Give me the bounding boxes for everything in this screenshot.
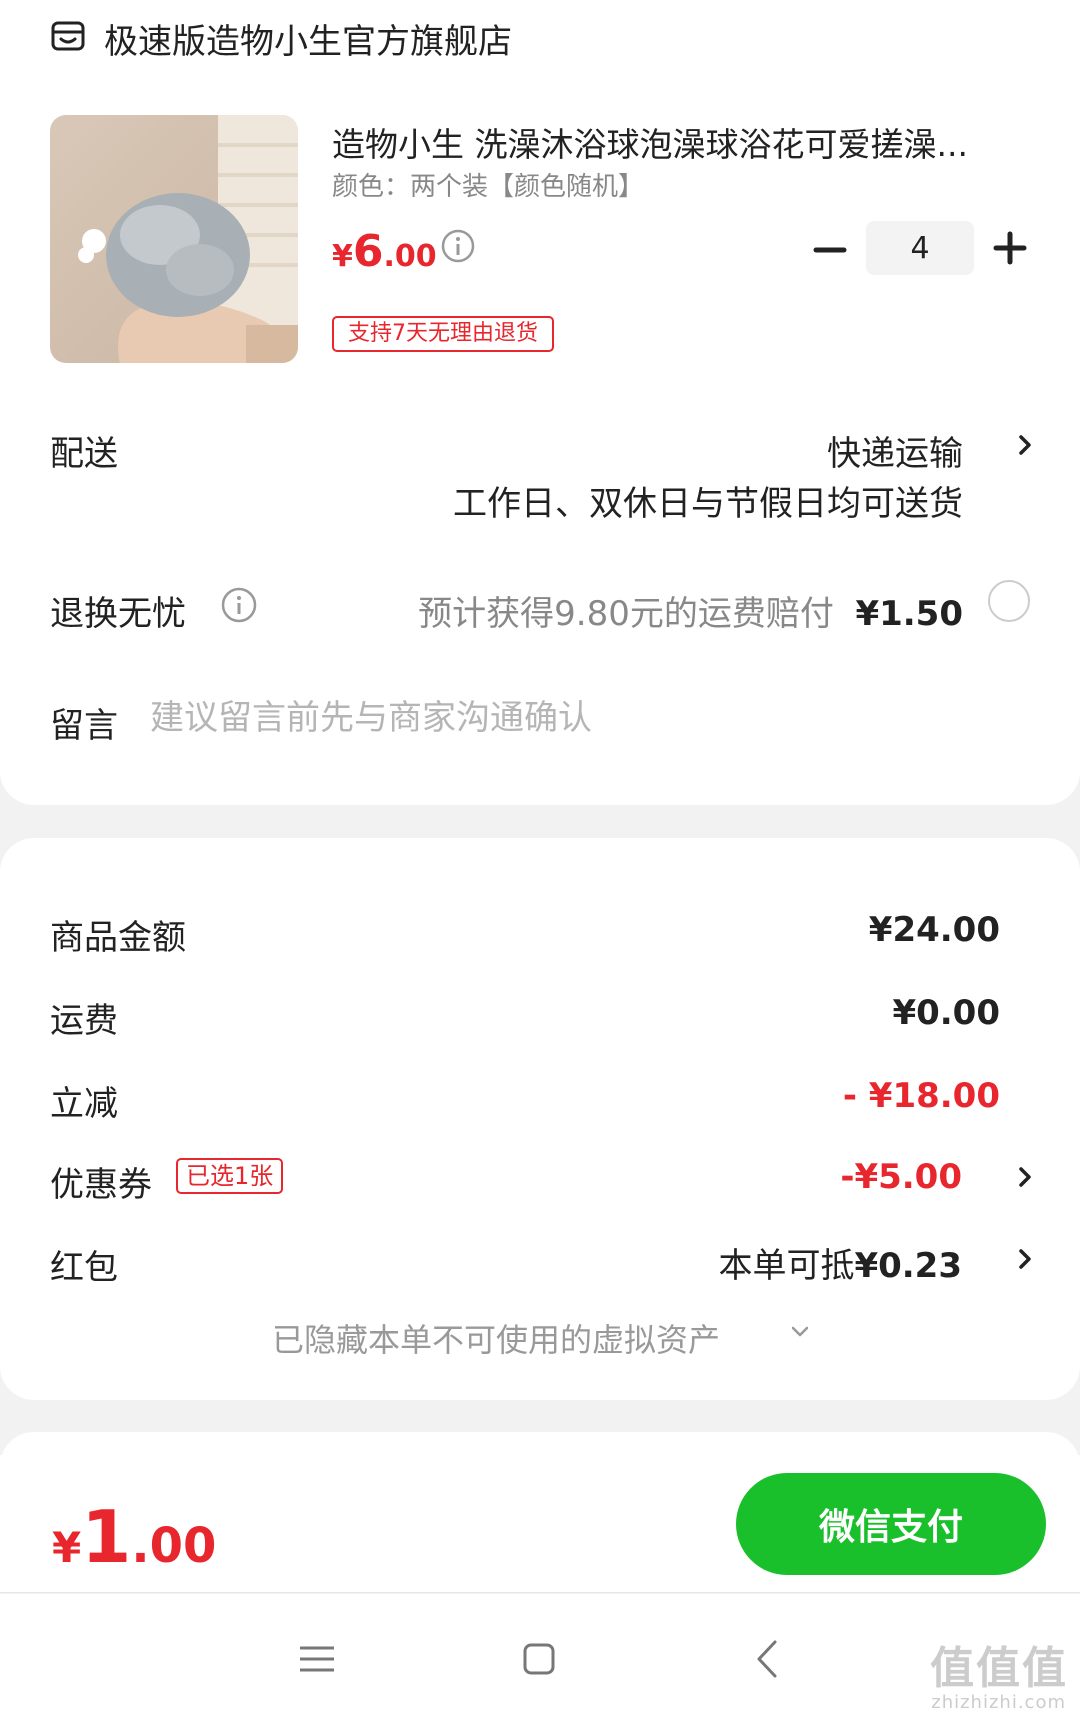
return-policy-badge: 支持7天无理由退货 xyxy=(332,316,554,352)
coupon-label: 优惠券 xyxy=(50,1165,152,1205)
shipping-fee-label: 运费 xyxy=(50,1001,118,1041)
shop-icon xyxy=(51,21,85,51)
red-packet-prefix: 本单可抵 xyxy=(718,1246,855,1286)
quantity-value[interactable]: 4 xyxy=(866,221,974,275)
red-packet-amount: ¥0.23 xyxy=(854,1246,962,1286)
shipping-fee-value: ¥0.00 xyxy=(892,993,1000,1033)
delivery-note: 工作日、双休日与节假日均可送货 xyxy=(453,484,963,524)
back-icon[interactable] xyxy=(743,1634,793,1684)
goods-amount-label: 商品金额 xyxy=(50,918,186,958)
coupon-selected-badge: 已选1张 xyxy=(176,1158,284,1194)
instant-discount-value: - ¥18.00 xyxy=(842,1076,1000,1116)
message-label: 留言 xyxy=(50,706,118,746)
goods-amount-value: ¥24.00 xyxy=(868,910,1000,950)
total-currency: ¥ xyxy=(52,1523,82,1572)
price-decimal: .00 xyxy=(383,239,437,274)
shop-name[interactable]: 极速版造物小生官方旗舰店 xyxy=(104,14,512,63)
instant-discount-label: 立减 xyxy=(50,1084,118,1124)
red-packet-label: 红包 xyxy=(50,1248,118,1288)
chevron-right-icon[interactable] xyxy=(1014,1248,1036,1270)
menu-icon[interactable] xyxy=(292,1634,342,1684)
watermark: 值值值 xyxy=(930,1643,1068,1694)
exchange-desc-text: 预计获得9.80元的运费赔付 xyxy=(418,594,834,634)
total-decimal: .00 xyxy=(131,1518,217,1574)
total-price: ¥1.00 xyxy=(52,1495,216,1579)
delivery-method[interactable]: 快递运输 xyxy=(827,426,963,475)
order-card: 极速版造物小生官方旗舰店 造物小生 洗澡沐浴球泡澡球浴花可爱搓澡... 颜色：两… xyxy=(0,0,1080,805)
red-packet-value[interactable]: 本单可抵¥0.23 xyxy=(718,1238,962,1287)
exchange-insurance-radio[interactable] xyxy=(988,580,1030,622)
quantity-increase-button[interactable] xyxy=(990,228,1030,268)
delivery-label: 配送 xyxy=(50,434,118,474)
info-icon[interactable] xyxy=(440,228,476,264)
price-integer: 6 xyxy=(352,226,384,277)
exchange-insurance-desc: 预计获得9.80元的运费赔付 ¥1.50 xyxy=(418,586,963,635)
message-input[interactable] xyxy=(150,690,1010,746)
home-icon[interactable] xyxy=(514,1634,564,1684)
product-image[interactable] xyxy=(50,115,298,363)
wechat-pay-button[interactable]: 微信支付 xyxy=(736,1473,1046,1575)
exchange-insurance-label: 退换无忧 xyxy=(50,594,186,634)
coupon-value[interactable]: -¥5.00 xyxy=(840,1157,962,1197)
product-spec[interactable]: 颜色：两个装【颜色随机】 xyxy=(332,166,644,203)
system-navigation-bar: 值值值 zhizhizhi.com xyxy=(0,1594,1080,1723)
chevron-right-icon[interactable] xyxy=(1014,434,1036,456)
exchange-price: ¥1.50 xyxy=(855,594,963,634)
chevron-down-icon[interactable] xyxy=(790,1325,810,1339)
hidden-assets-toggle[interactable]: 已隐藏本单不可使用的虚拟资产 xyxy=(272,1315,720,1361)
product-title[interactable]: 造物小生 洗澡沐浴球泡澡球浴花可爱搓澡... xyxy=(332,118,968,166)
price-currency: ¥ xyxy=(332,239,353,274)
total-integer: 1 xyxy=(81,1495,132,1579)
payment-bar: ¥1.00 微信支付 xyxy=(0,1455,1080,1593)
watermark-url: zhizhizhi.com xyxy=(931,1692,1066,1713)
quantity-decrease-button[interactable] xyxy=(810,230,850,270)
info-icon[interactable] xyxy=(220,586,258,624)
product-price: ¥6.00 xyxy=(332,226,437,277)
chevron-right-icon[interactable] xyxy=(1014,1166,1036,1188)
